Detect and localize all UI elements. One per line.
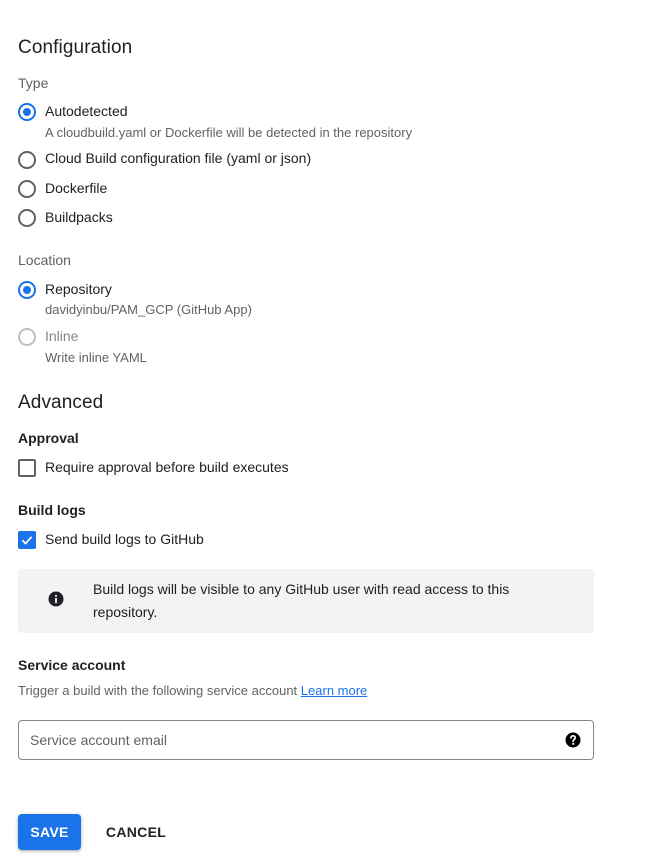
option-label: Dockerfile [45,180,108,196]
save-button[interactable]: SAVE [18,814,81,850]
checkbox-label: Require approval before build executes [45,459,289,475]
radio-cloudbuild-config[interactable] [18,151,36,169]
checkbox-label: Send build logs to GitHub [45,531,204,547]
service-account-help: Trigger a build with the following servi… [18,683,367,698]
configuration-heading: Configuration [18,37,133,58]
option-label: Repository [45,281,112,297]
option-label: Inline [45,328,79,344]
approval-checkbox[interactable] [18,459,36,477]
option-description: A cloudbuild.yaml or Dockerfile will be … [45,125,413,140]
info-text-line2: repository. [93,604,158,620]
info-text-line1: Build logs will be visible to any GitHub… [93,581,510,597]
service-account-input-box[interactable] [18,720,594,760]
service-account-label: Service account [18,657,126,673]
advanced-heading: Advanced [18,392,104,413]
radio-repository[interactable] [18,281,36,299]
type-label: Type [18,75,49,91]
service-account-email-input[interactable] [19,721,593,759]
build-logs-info-box: Build logs will be visible to any GitHub… [18,569,594,633]
radio-dockerfile[interactable] [18,180,36,198]
build-logs-checkbox[interactable] [18,531,36,549]
info-icon [48,591,64,607]
learn-more-link[interactable]: Learn more [301,683,367,698]
service-account-help-text: Trigger a build with the following servi… [18,683,298,698]
approval-label: Approval [18,430,79,446]
option-description: Write inline YAML [45,350,147,365]
option-description: davidyinbu/PAM_GCP (GitHub App) [45,302,252,317]
check-icon [21,536,33,545]
option-label: Buildpacks [45,209,113,225]
build-logs-label: Build logs [18,502,86,518]
radio-inline [18,328,36,346]
cancel-button[interactable]: CANCEL [98,814,174,850]
radio-buildpacks[interactable] [18,209,36,227]
location-label: Location [18,252,71,268]
option-label: Autodetected [45,103,128,119]
option-label: Cloud Build configuration file (yaml or … [45,150,312,166]
help-icon[interactable] [564,731,582,749]
radio-autodetected[interactable] [18,103,36,121]
